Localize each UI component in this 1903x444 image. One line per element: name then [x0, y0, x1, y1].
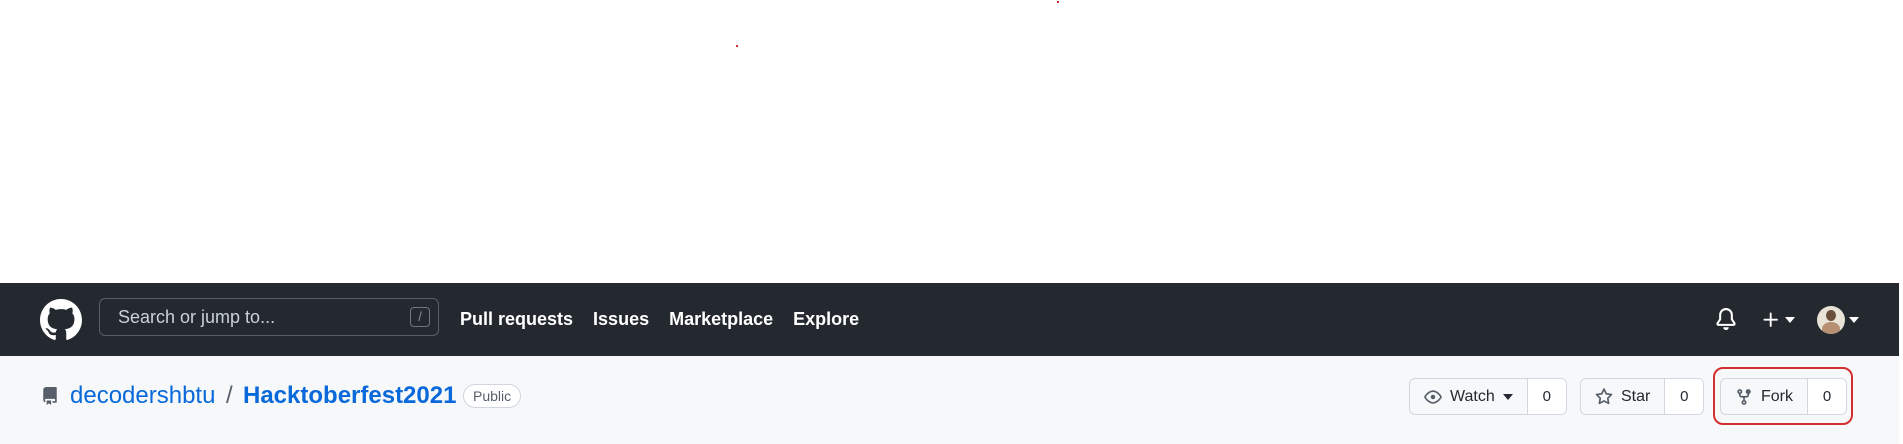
star-label: Star — [1621, 387, 1651, 405]
bell-icon[interactable] — [1715, 307, 1739, 332]
annotation-dot — [736, 45, 738, 47]
star-count[interactable]: 0 — [1665, 379, 1704, 414]
nav-pull-requests[interactable]: Pull requests — [460, 309, 573, 330]
chevron-down-icon — [1502, 393, 1513, 400]
nav-issues[interactable]: Issues — [593, 309, 649, 330]
nav-explore[interactable]: Explore — [793, 309, 859, 330]
visibility-badge: Public — [463, 384, 522, 408]
github-logo-icon[interactable] — [40, 299, 82, 341]
header-actions — [1715, 283, 1859, 356]
repo-owner-link[interactable]: decodershbtu — [70, 382, 215, 410]
chevron-down-icon — [1785, 316, 1795, 323]
plus-icon — [1763, 312, 1778, 327]
primary-nav: Pull requests Issues Marketplace Explore — [460, 283, 859, 356]
search-shortcut-key: / — [410, 307, 430, 327]
global-header: / Pull requests Issues Marketplace Explo… — [0, 283, 1899, 356]
fork-annotation-outline — [1713, 367, 1853, 425]
annotation-dot — [1057, 1, 1059, 3]
watch-count[interactable]: 0 — [1527, 379, 1566, 414]
repository-header: decodershbtu / Hacktoberfest2021 Public … — [0, 356, 1899, 444]
search-input[interactable] — [116, 305, 390, 329]
watch-label: Watch — [1450, 387, 1495, 405]
create-new-dropdown[interactable] — [1761, 310, 1795, 330]
repo-icon — [41, 386, 59, 406]
repo-name-link[interactable]: Hacktoberfest2021 — [243, 382, 456, 410]
star-button[interactable]: Star — [1581, 379, 1666, 414]
eye-icon — [1424, 389, 1442, 404]
star-button-group: Star 0 — [1580, 378, 1705, 415]
search-box[interactable]: / — [99, 298, 439, 336]
chevron-down-icon — [1849, 316, 1859, 323]
avatar — [1817, 305, 1845, 334]
user-menu-dropdown[interactable] — [1817, 305, 1859, 334]
watch-button-group: Watch 0 — [1409, 378, 1567, 415]
watch-button[interactable]: Watch — [1410, 379, 1528, 414]
nav-marketplace[interactable]: Marketplace — [669, 309, 773, 330]
repo-path-separator: / — [226, 382, 233, 409]
star-icon — [1595, 387, 1613, 404]
